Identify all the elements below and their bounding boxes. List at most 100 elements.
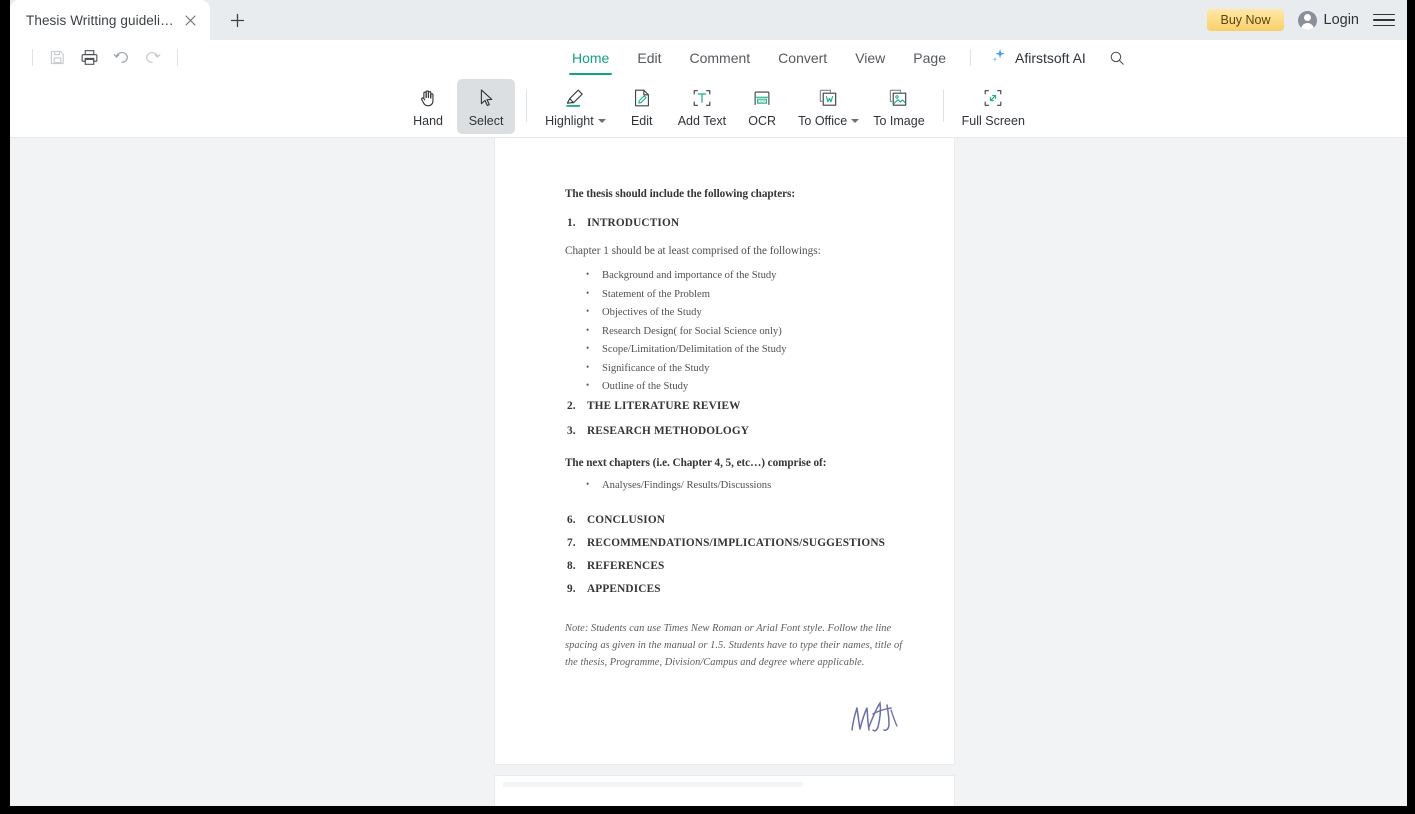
list-item: Statement of the Problem	[565, 288, 915, 300]
document-page-1[interactable]: The thesis should include the following …	[495, 138, 954, 764]
to-office-text: To Office	[798, 113, 848, 128]
tab-bar: Thesis Writting guideline... Buy Now Log…	[10, 0, 1407, 40]
to-office-tool-button[interactable]: To Office	[791, 79, 866, 134]
full-screen-icon	[982, 86, 1004, 110]
doc-heading: The thesis should include the following …	[565, 188, 796, 200]
doc-chapter-8-number: 8.	[567, 560, 576, 572]
to-image-icon	[887, 86, 910, 110]
select-tool-label: Select	[468, 113, 504, 128]
divider	[526, 90, 528, 122]
tab-view[interactable]: View	[841, 40, 899, 75]
list-item: Scope/Limitation/Delimitation of the Stu…	[565, 343, 915, 355]
chevron-down-icon[interactable]	[597, 119, 606, 123]
doc-chapter-1-title: INTRODUCTION	[587, 217, 680, 229]
doc-chapter-7: 7. RECOMMENDATIONS/IMPLICATIONS/SUGGESTI…	[565, 537, 915, 549]
svg-text:OCR: OCR	[758, 99, 766, 103]
doc-chapter-2: 2. THE LITERATURE REVIEW	[565, 400, 915, 412]
doc-chapter-6: 6. CONCLUSION	[565, 514, 915, 526]
doc-chapter-9-title: APPENDICES	[587, 583, 661, 595]
avatar	[1297, 10, 1317, 30]
menu-bar: Home Edit Comment Convert View Page Afir…	[10, 40, 1407, 75]
to-office-tool-label: To Office	[798, 113, 860, 128]
close-icon[interactable]	[180, 10, 200, 30]
highlight-tool-button[interactable]: Highlight	[538, 79, 613, 134]
page-1-content: The thesis should include the following …	[565, 188, 915, 672]
to-image-tool-button[interactable]: To Image	[866, 79, 931, 134]
doc-chapter-1: 1. INTRODUCTION	[565, 217, 915, 229]
add-text-tool-label: Add Text	[677, 113, 727, 128]
doc-chapter-3-number: 3.	[567, 424, 576, 437]
select-tool-button[interactable]: Select	[457, 78, 516, 134]
chevron-down-icon[interactable]	[851, 119, 860, 123]
buy-now-button[interactable]: Buy Now	[1207, 9, 1284, 31]
list-item: Background and importance of the Study	[565, 269, 915, 281]
save-button[interactable]	[41, 44, 73, 72]
hand-tool-button[interactable]: Hand	[399, 79, 457, 134]
edit-document-icon	[631, 86, 653, 110]
doc-chapter-2-title: THE LITERATURE REVIEW	[587, 399, 741, 412]
doc-chapter-1-number: 1.	[567, 217, 576, 229]
search-icon[interactable]	[1102, 44, 1132, 72]
to-image-tool-label: To Image	[873, 113, 925, 128]
redo-button[interactable]	[137, 44, 169, 72]
divider	[177, 49, 178, 66]
full-screen-tool-label: Full Screen	[961, 113, 1025, 128]
afirstsoft-ai-button[interactable]: Afirstsoft AI	[979, 44, 1098, 72]
quick-action-group	[10, 44, 186, 72]
highlight-tool-label: Highlight	[545, 114, 606, 128]
login-button[interactable]: Login	[1297, 10, 1359, 30]
tab-edit[interactable]: Edit	[623, 40, 675, 75]
edit-tool-button[interactable]: Edit	[613, 79, 671, 134]
doc-chapter-6-title: CONCLUSION	[587, 514, 666, 526]
doc-chapter-2-number: 2.	[567, 399, 576, 412]
divider	[32, 49, 33, 66]
tab-page[interactable]: Page	[899, 40, 960, 75]
ocr-icon: OCR	[751, 86, 773, 110]
hand-icon	[417, 86, 439, 110]
to-office-icon	[817, 86, 840, 110]
menu-tab-group: Home Edit Comment Convert View Page	[558, 40, 960, 75]
undo-button[interactable]	[105, 44, 137, 72]
signature-image	[847, 694, 905, 736]
doc-chapter-8: 8. REFERENCES	[565, 560, 915, 572]
document-viewer[interactable]: The thesis should include the following …	[10, 138, 1407, 806]
application-window: Thesis Writting guideline... Buy Now Log…	[10, 0, 1407, 806]
doc-chapter1-bullet-list: Background and importance of the Study S…	[565, 269, 915, 392]
document-tab[interactable]: Thesis Writting guideline...	[10, 0, 210, 40]
tab-convert[interactable]: Convert	[764, 40, 841, 75]
list-item: Significance of the Study	[565, 362, 915, 374]
ocr-tool-button[interactable]: OCR OCR	[733, 79, 791, 134]
divider	[942, 90, 944, 122]
login-label: Login	[1323, 12, 1359, 28]
tab-home[interactable]: Home	[558, 40, 623, 75]
doc-next-chapters-bullet-list: Analyses/Findings/ Results/Discussions	[565, 479, 915, 491]
highlight-text: Highlight	[545, 113, 594, 128]
titlebar-actions: Buy Now Login	[1207, 0, 1407, 40]
doc-chapter-9: 9. APPENDICES	[565, 583, 915, 595]
cursor-arrow-icon	[475, 86, 497, 110]
divider	[970, 49, 971, 66]
doc-chapter-7-number: 7.	[567, 537, 576, 549]
tab-comment[interactable]: Comment	[675, 40, 764, 75]
print-button[interactable]	[73, 44, 105, 72]
full-screen-tool-button[interactable]: Full Screen	[955, 79, 1032, 134]
toolbar: Hand Select Highlight Edit Add Text OCR …	[10, 75, 1407, 138]
list-item: Analyses/Findings/ Results/Discussions	[565, 479, 915, 491]
list-item: Objectives of the Study	[565, 306, 915, 318]
hamburger-icon[interactable]	[1373, 9, 1395, 31]
hand-tool-label: Hand	[413, 113, 444, 128]
add-text-icon	[691, 86, 713, 110]
doc-next-chapters-heading: The next chapters (i.e. Chapter 4, 5, et…	[565, 456, 827, 469]
afirstsoft-ai-label: Afirstsoft AI	[1015, 49, 1086, 66]
ocr-tool-label: OCR	[748, 113, 777, 128]
add-text-tool-button[interactable]: Add Text	[671, 79, 733, 134]
new-tab-button[interactable]	[218, 1, 256, 39]
list-item: Research Design( for Social Science only…	[565, 325, 915, 337]
doc-chapter-8-title: REFERENCES	[587, 560, 665, 572]
doc-chapter-3-title: RESEARCH METHODOLOGY	[587, 424, 750, 437]
document-page-2[interactable]	[495, 776, 954, 806]
doc-chapter-7-title: RECOMMENDATIONS/IMPLICATIONS/SUGGESTIONS	[587, 537, 886, 549]
highlighter-icon	[563, 86, 587, 110]
sparkle-icon	[991, 47, 1008, 69]
doc-chapter-6-number: 6.	[567, 514, 576, 526]
